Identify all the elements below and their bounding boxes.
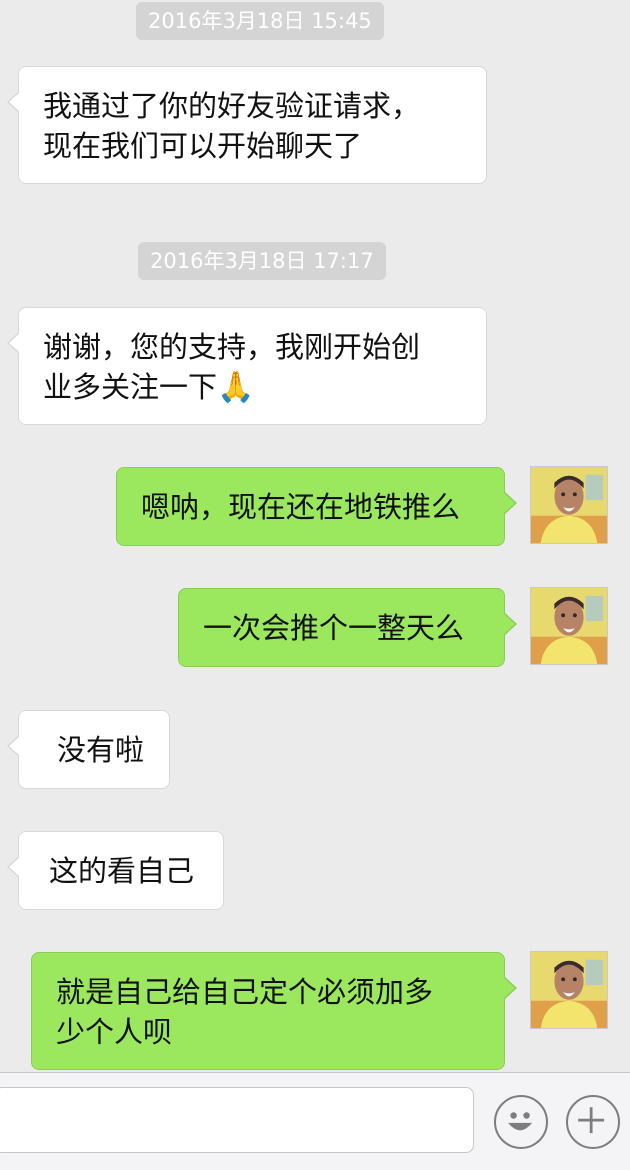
message-bubble-incoming[interactable]: 这的看自己: [7, 831, 224, 910]
message-bubble-incoming[interactable]: 谢谢，您的支持，我刚开始创 业多关注一下🙏: [7, 307, 487, 425]
user-avatar[interactable]: [530, 587, 608, 665]
message-text-line: 嗯呐，现在还在地铁推么: [141, 490, 461, 524]
message-text-line: 现在我们可以开始聊天了: [43, 129, 363, 163]
more-options-button[interactable]: [566, 1095, 620, 1149]
timestamp: 2016年3月18日 15:45: [136, 2, 384, 40]
message-bubble-outgoing[interactable]: 嗯呐，现在还在地铁推么: [116, 467, 517, 546]
input-bar: [0, 1072, 630, 1170]
message-text-segment: 业多关注一下: [43, 370, 218, 404]
avatar-portrait-icon: [531, 467, 607, 543]
praying-hands-emoji: 🙏: [217, 370, 255, 405]
avatar-portrait-icon: [531, 588, 607, 664]
message-bubble-incoming[interactable]: 我通过了你的好友验证请求， 现在我们可以开始聊天了: [7, 66, 487, 184]
emoji-button[interactable]: [494, 1095, 548, 1149]
message-text-line: 没有啦: [57, 733, 145, 767]
avatar-portrait-icon: [531, 952, 607, 1028]
message-text-line: 谢谢，您的支持，我刚开始创: [43, 330, 421, 364]
message-text-line: 这的看自己: [49, 854, 195, 888]
message-text-line: 就是自己给自己定个必须加多: [56, 975, 434, 1009]
message-bubble-outgoing[interactable]: 就是自己给自己定个必须加多 少个人呗: [31, 952, 517, 1070]
message-input[interactable]: [0, 1087, 474, 1153]
smiley-face-icon: [508, 1112, 533, 1131]
user-avatar[interactable]: [530, 951, 608, 1029]
message-text-line: 少个人呗: [56, 1015, 173, 1049]
user-avatar[interactable]: [530, 466, 608, 544]
plus-icon: [578, 1107, 605, 1134]
message-text-line: 业多关注一下🙏: [43, 367, 462, 408]
message-bubble-incoming[interactable]: 没有啦: [7, 710, 170, 789]
message-bubble-outgoing[interactable]: 一次会推个一整天么: [178, 588, 517, 667]
message-text-line: 我通过了你的好友验证请求，: [43, 89, 421, 123]
timestamp: 2016年3月18日 17:17: [138, 242, 386, 280]
message-text-line: 一次会推个一整天么: [203, 611, 465, 645]
